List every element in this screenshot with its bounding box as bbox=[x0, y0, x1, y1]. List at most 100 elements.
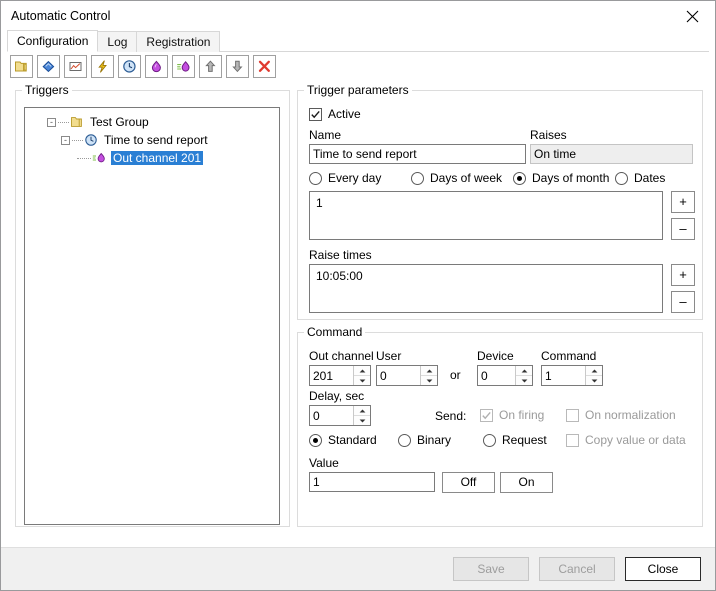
value-input[interactable] bbox=[309, 472, 435, 492]
diamond-purple-icon[interactable] bbox=[145, 55, 168, 78]
spinner-up-icon[interactable] bbox=[354, 366, 370, 376]
spinner-down-icon[interactable] bbox=[354, 416, 370, 425]
on-firing-checkbox-row: On firing bbox=[480, 408, 544, 422]
device-label: Device bbox=[477, 349, 514, 363]
radio-days-of-month-indicator[interactable] bbox=[513, 171, 526, 185]
on-button[interactable]: On bbox=[500, 472, 553, 493]
tab-registration[interactable]: Registration bbox=[136, 31, 221, 52]
raise-times-list[interactable]: 10:05:00 bbox=[309, 264, 663, 313]
radio-days-of-week[interactable]: Days of week bbox=[411, 171, 502, 185]
radio-request[interactable]: Request bbox=[483, 433, 547, 447]
active-checkbox-row[interactable]: Active bbox=[309, 107, 361, 121]
radio-request-indicator[interactable] bbox=[483, 433, 496, 447]
command-number-arrows[interactable] bbox=[585, 366, 602, 385]
spinner-down-icon[interactable] bbox=[516, 376, 532, 385]
spinner-up-icon[interactable] bbox=[354, 406, 370, 416]
delete-icon[interactable] bbox=[253, 55, 276, 78]
spinner-up-icon[interactable] bbox=[586, 366, 602, 376]
save-button[interactable]: Save bbox=[453, 557, 529, 581]
active-checkbox[interactable] bbox=[309, 107, 322, 121]
send-label: Send: bbox=[435, 409, 467, 423]
device-arrows[interactable] bbox=[515, 366, 532, 385]
command-number-spinner[interactable] bbox=[541, 365, 603, 386]
close-icon[interactable] bbox=[670, 2, 715, 31]
user-spinner[interactable] bbox=[376, 365, 438, 386]
radio-standard[interactable]: Standard bbox=[309, 433, 377, 447]
out-channel-arrows[interactable] bbox=[353, 366, 370, 385]
list-item[interactable]: 1 bbox=[316, 195, 656, 211]
triggers-tree[interactable]: - Test Group - Time to send report Out c… bbox=[24, 107, 280, 525]
raises-input bbox=[530, 144, 693, 164]
radio-binary-label: Binary bbox=[417, 433, 452, 447]
on-normalization-checkbox-row: On normalization bbox=[566, 408, 676, 422]
lightning-icon[interactable] bbox=[91, 55, 114, 78]
chart-icon[interactable] bbox=[64, 55, 87, 78]
radio-dates-indicator[interactable] bbox=[615, 171, 628, 185]
delay-spinner[interactable] bbox=[309, 405, 371, 426]
on-firing-checkbox bbox=[480, 408, 493, 422]
out-channel-input[interactable] bbox=[310, 366, 353, 385]
radio-days-of-month[interactable]: Days of month bbox=[513, 171, 609, 185]
spinner-down-icon[interactable] bbox=[421, 376, 437, 385]
user-input[interactable] bbox=[377, 366, 420, 385]
new-group-icon[interactable] bbox=[10, 55, 33, 78]
expander-group[interactable]: - bbox=[47, 117, 56, 127]
triggers-group: Triggers - Test Group - Time to send rep… bbox=[15, 83, 290, 527]
radio-every-day-label: Every day bbox=[328, 171, 382, 185]
tree-node-action[interactable]: Out channel 201 bbox=[33, 149, 277, 167]
edit-diamond-blue-icon[interactable] bbox=[37, 55, 60, 78]
tree-connector bbox=[72, 139, 83, 141]
radio-standard-indicator[interactable] bbox=[309, 433, 322, 447]
radio-days-of-week-indicator[interactable] bbox=[411, 171, 424, 185]
diamond-purple-lines-icon bbox=[92, 151, 107, 165]
user-arrows[interactable] bbox=[420, 366, 437, 385]
clock-icon bbox=[84, 133, 98, 147]
cancel-button[interactable]: Cancel bbox=[539, 557, 615, 581]
arrow-up-icon[interactable] bbox=[199, 55, 222, 78]
spinner-up-icon[interactable] bbox=[516, 366, 532, 376]
radio-request-label: Request bbox=[502, 433, 547, 447]
tab-configuration[interactable]: Configuration bbox=[7, 30, 99, 52]
delay-arrows[interactable] bbox=[353, 406, 370, 425]
diamond-purple-lines-icon[interactable] bbox=[172, 55, 195, 78]
radio-every-day-indicator[interactable] bbox=[309, 171, 322, 185]
out-channel-spinner[interactable] bbox=[309, 365, 371, 386]
clock-icon[interactable] bbox=[118, 55, 141, 78]
value-label: Value bbox=[309, 456, 339, 470]
copy-value-label: Copy value or data bbox=[585, 433, 686, 447]
device-input[interactable] bbox=[478, 366, 515, 385]
command-number-input[interactable] bbox=[542, 366, 585, 385]
radio-every-day[interactable]: Every day bbox=[309, 171, 381, 185]
radio-binary-indicator[interactable] bbox=[398, 433, 411, 447]
tree-node-group[interactable]: - Test Group bbox=[33, 113, 277, 131]
tree-node-trigger[interactable]: - Time to send report bbox=[33, 131, 277, 149]
days-remove-button[interactable]: – bbox=[671, 218, 695, 240]
radio-days-of-week-label: Days of week bbox=[430, 171, 503, 185]
radio-dates[interactable]: Dates bbox=[615, 171, 665, 185]
spinner-up-icon[interactable] bbox=[421, 366, 437, 376]
days-of-month-list[interactable]: 1 bbox=[309, 191, 663, 240]
close-button[interactable]: Close bbox=[625, 557, 701, 581]
tree-label-trigger: Time to send report bbox=[104, 133, 208, 147]
user-label: User bbox=[376, 349, 402, 363]
arrow-down-icon[interactable] bbox=[226, 55, 249, 78]
radio-binary[interactable]: Binary bbox=[398, 433, 451, 447]
delay-input[interactable] bbox=[310, 406, 353, 425]
expander-trigger[interactable]: - bbox=[61, 135, 70, 145]
list-item[interactable]: 10:05:00 bbox=[316, 268, 656, 284]
spinner-down-icon[interactable] bbox=[586, 376, 602, 385]
on-normalization-label: On normalization bbox=[585, 408, 676, 422]
folder-icon bbox=[70, 115, 84, 129]
raise-times-label: Raise times bbox=[309, 248, 372, 262]
times-remove-button[interactable]: – bbox=[671, 291, 695, 313]
device-spinner[interactable] bbox=[477, 365, 533, 386]
name-input[interactable] bbox=[309, 144, 526, 164]
tab-log[interactable]: Log bbox=[97, 31, 138, 52]
days-add-button[interactable]: + bbox=[671, 191, 695, 213]
copy-value-checkbox-row: Copy value or data bbox=[566, 433, 686, 447]
times-add-button[interactable]: + bbox=[671, 264, 695, 286]
command-legend: Command bbox=[307, 325, 363, 339]
spinner-down-icon[interactable] bbox=[354, 376, 370, 385]
off-button[interactable]: Off bbox=[442, 472, 495, 493]
footer-button-bar: Save Cancel Close bbox=[1, 547, 715, 590]
